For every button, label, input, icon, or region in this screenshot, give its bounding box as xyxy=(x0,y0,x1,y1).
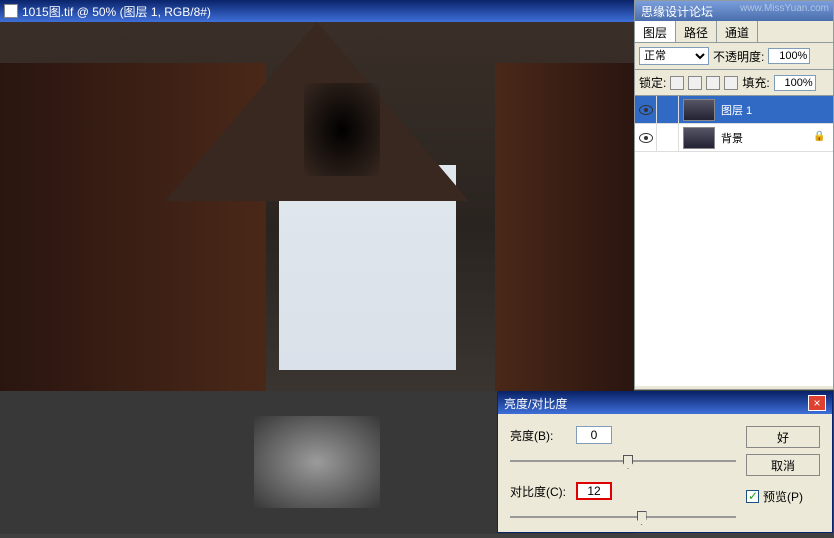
brightness-slider-thumb[interactable] xyxy=(623,455,633,469)
lock-transparency-icon[interactable] xyxy=(670,76,684,90)
contrast-input[interactable] xyxy=(576,482,612,500)
layer-thumbnail[interactable] xyxy=(683,127,715,149)
brightness-label: 亮度(B): xyxy=(510,427,568,444)
eye-icon xyxy=(639,105,653,115)
document-titlebar[interactable]: 1015图.tif @ 50% (图层 1, RGB/8#) xyxy=(0,0,634,22)
link-column[interactable] xyxy=(657,124,679,151)
lock-controls: 锁定: 填充: xyxy=(635,70,833,96)
brightness-input[interactable] xyxy=(576,426,612,444)
opacity-input[interactable] xyxy=(768,48,810,64)
blend-controls: 正常 不透明度: xyxy=(635,43,833,70)
lock-pixels-icon[interactable] xyxy=(688,76,702,90)
contrast-slider-thumb[interactable] xyxy=(637,511,647,525)
layer-thumbnail[interactable] xyxy=(683,99,715,121)
layers-panel: 思缘设计论坛 www.MissYuan.com 图层 路径 通道 正常 不透明度… xyxy=(634,0,834,390)
cancel-button[interactable]: 取消 xyxy=(746,454,820,476)
eye-icon xyxy=(639,133,653,143)
dialog-body: 亮度(B): 对比度(C): 好 取消 预览(P) xyxy=(498,414,832,538)
document-title: 1015图.tif @ 50% (图层 1, RGB/8#) xyxy=(22,3,211,20)
layers-list: 图层 1 背景 🔒 xyxy=(635,96,833,386)
blend-mode-select[interactable]: 正常 xyxy=(639,47,709,65)
dialog-title: 亮度/对比度 xyxy=(504,395,808,412)
document-icon xyxy=(4,4,18,18)
visibility-toggle[interactable] xyxy=(635,96,657,123)
contrast-group: 对比度(C): xyxy=(510,482,736,500)
close-button[interactable]: × xyxy=(808,395,826,411)
panel-tabs: 图层 路径 通道 xyxy=(635,21,833,43)
layer-row[interactable]: 图层 1 xyxy=(635,96,833,124)
brightness-contrast-dialog: 亮度/对比度 × 亮度(B): 对比度(C): 好 取消 xyxy=(497,391,833,533)
lock-label: 锁定: xyxy=(639,74,666,91)
tab-channels[interactable]: 通道 xyxy=(717,21,758,42)
fill-label: 填充: xyxy=(742,74,769,91)
brightness-group: 亮度(B): xyxy=(510,426,736,444)
preview-label: 预览(P) xyxy=(763,488,803,505)
layer-name[interactable]: 背景 xyxy=(719,130,813,146)
dialog-buttons: 好 取消 预览(P) xyxy=(746,426,820,526)
brightness-slider[interactable] xyxy=(510,452,736,470)
sliders-area: 亮度(B): 对比度(C): xyxy=(510,426,736,526)
tab-paths[interactable]: 路径 xyxy=(676,21,717,42)
contrast-label: 对比度(C): xyxy=(510,483,568,500)
link-column[interactable] xyxy=(657,96,679,123)
preview-checkbox-group[interactable]: 预览(P) xyxy=(746,488,820,505)
contrast-slider[interactable] xyxy=(510,508,736,526)
layer-name[interactable]: 图层 1 xyxy=(719,102,833,118)
panel-header-text: 思缘设计论坛 xyxy=(641,3,713,20)
panel-header[interactable]: 思缘设计论坛 www.MissYuan.com xyxy=(635,1,833,21)
preview-checkbox[interactable] xyxy=(746,490,759,503)
lock-position-icon[interactable] xyxy=(706,76,720,90)
fill-input[interactable] xyxy=(774,75,816,91)
tab-layers[interactable]: 图层 xyxy=(635,21,676,42)
watermark-text: www.MissYuan.com xyxy=(740,3,829,14)
ok-button[interactable]: 好 xyxy=(746,426,820,448)
dialog-titlebar[interactable]: 亮度/对比度 × xyxy=(498,392,832,414)
lock-all-icon[interactable] xyxy=(724,76,738,90)
visibility-toggle[interactable] xyxy=(635,124,657,151)
opacity-label: 不透明度: xyxy=(713,48,764,65)
lock-icon: 🔒 xyxy=(813,131,827,145)
layer-row[interactable]: 背景 🔒 xyxy=(635,124,833,152)
